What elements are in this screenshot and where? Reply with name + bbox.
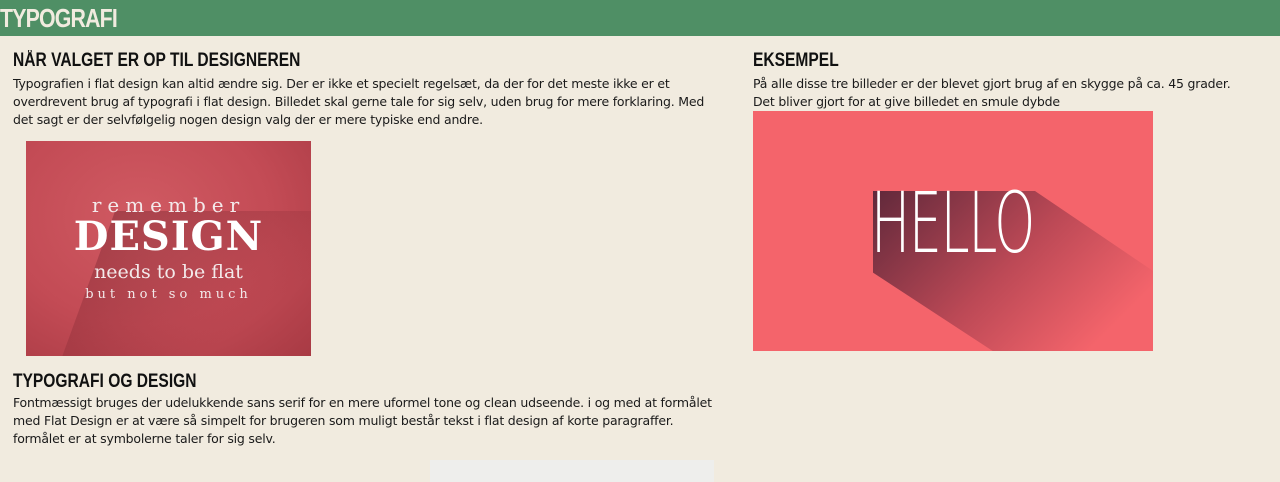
section-paragraph-designer: Typografien i flat design kan altid ændr…: [13, 75, 733, 129]
paragraph-line: formålet er at symbolerne taler for sig …: [13, 431, 276, 446]
hello-example-image: HELLO: [753, 111, 1153, 351]
paragraph-line: På alle disse tre billeder er der blevet…: [753, 76, 1231, 91]
image-text-needs-flat: needs to be flat: [94, 261, 243, 283]
paragraph-line: Fontmæssigt bruges der udelukkende sans …: [13, 395, 712, 410]
section-paragraph-typografi-design: Fontmæssigt bruges der udelukkende sans …: [13, 394, 733, 448]
section-heading-designer: NÅR VALGET ER OP TIL DESIGNEREN: [13, 50, 301, 71]
page-header-bar: TYPOGRAFI: [0, 0, 1280, 36]
paragraph-line: Typografien i flat design kan altid ændr…: [13, 76, 670, 91]
image-text-design: DESIGN: [73, 213, 264, 260]
paragraph-line: Det bliver gjort for at give billedet en…: [753, 94, 1060, 109]
image-text-not-so-much: but not so much: [85, 287, 252, 302]
page-title: TYPOGRAFI: [0, 3, 118, 33]
partial-image-placeholder: [430, 460, 714, 482]
paragraph-line: overdrevent brug af typografi i flat des…: [13, 94, 705, 109]
paragraph-line: med Flat Design er at være så simpelt fo…: [13, 413, 674, 428]
remember-design-image: remember DESIGN needs to be flat but not…: [26, 141, 311, 356]
section-paragraph-eksempel: På alle disse tre billeder er der blevet…: [753, 75, 1273, 111]
hello-word: HELLO: [871, 174, 1035, 272]
section-heading-eksempel: EKSEMPEL: [753, 50, 839, 71]
paragraph-line: det sagt er der selvfølgelig nogen desig…: [13, 112, 483, 127]
section-heading-typografi-design: TYPOGRAFI OG DESIGN: [13, 371, 197, 392]
